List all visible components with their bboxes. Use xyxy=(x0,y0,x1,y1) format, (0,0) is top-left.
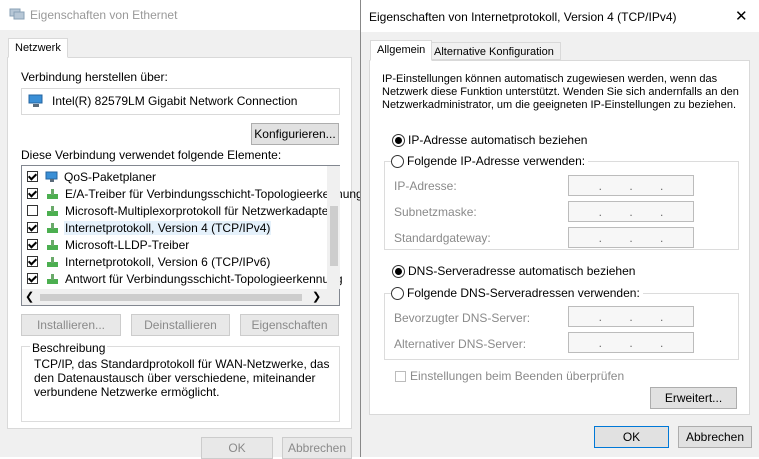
adapter-name: Intel(R) 82579LM Gigabit Network Connect… xyxy=(52,94,298,108)
item-checkbox[interactable] xyxy=(27,273,38,284)
vertical-scrollbar[interactable] xyxy=(327,166,340,289)
ethernet-properties-dialog: Eigenschaften von Ethernet Netzwerk Verb… xyxy=(0,0,363,459)
item-checkbox[interactable] xyxy=(27,239,38,250)
item-checkbox[interactable] xyxy=(27,188,38,199)
dns-auto-radio[interactable] xyxy=(392,264,405,278)
vertical-scroll-thumb[interactable] xyxy=(330,206,338,266)
ip-auto-radio[interactable] xyxy=(392,133,405,147)
ethernet-title-bar: Eigenschaften von Ethernet xyxy=(0,0,360,30)
dns-alternate-label: Alternativer DNS-Server: xyxy=(394,337,527,351)
configure-button[interactable]: Konfigurieren... xyxy=(251,123,339,145)
item-label: Microsoft-Multiplexorprotokoll für Netzw… xyxy=(65,203,333,218)
dns-manual-label: Folgende DNS-Serveradressen verwenden: xyxy=(407,286,640,300)
subnet-label: Subnetzmaske: xyxy=(394,205,477,219)
ethernet-cancel-button[interactable]: Abbrechen xyxy=(282,437,352,459)
dns-manual-radio[interactable] xyxy=(391,286,404,300)
install-button[interactable]: Installieren... xyxy=(21,314,121,336)
item-label: QoS-Paketplaner xyxy=(64,169,157,184)
protocol-icon xyxy=(45,188,60,200)
ethernet-dialog-title: Eigenschaften von Ethernet xyxy=(30,8,178,22)
network-icon xyxy=(9,8,25,20)
adapter-field: Intel(R) 82579LM Gigabit Network Connect… xyxy=(21,88,340,115)
scroll-left-icon[interactable]: ❮ xyxy=(25,290,34,303)
network-adapter-icon xyxy=(28,94,43,107)
tab-allgemein[interactable]: Allgemein xyxy=(370,40,433,61)
dns-preferred-label: Bevorzugter DNS-Server: xyxy=(394,311,531,325)
ip-auto-label: IP-Adresse automatisch beziehen xyxy=(408,133,588,147)
validate-label: Einstellungen beim Beenden überprüfen xyxy=(410,369,625,383)
list-item[interactable]: Microsoft-LLDP-Treiber xyxy=(27,236,190,253)
list-item[interactable]: E/A-Treiber für Verbindungsschicht-Topol… xyxy=(27,185,364,202)
description-text: TCP/IP, das Standardprotokoll für WAN-Ne… xyxy=(34,357,330,399)
validate-option[interactable]: Einstellungen beim Beenden überprüfen xyxy=(395,369,624,383)
ipv4-ok-button[interactable]: OK xyxy=(594,426,669,448)
close-icon[interactable]: ✕ xyxy=(735,7,748,25)
protocol-icon xyxy=(45,256,60,268)
advanced-button[interactable]: Erweitert... xyxy=(650,387,737,409)
scroll-right-icon[interactable]: ❯ xyxy=(312,290,321,303)
item-checkbox[interactable] xyxy=(27,256,38,267)
item-label: Internetprotokoll, Version 6 (TCP/IPv6) xyxy=(65,254,271,269)
item-checkbox[interactable] xyxy=(27,205,38,216)
horizontal-scroll-thumb[interactable] xyxy=(40,294,302,301)
ip-address-label: IP-Adresse: xyxy=(394,179,457,193)
protocol-icon xyxy=(45,239,60,251)
dns-auto-option[interactable]: DNS-Serveradresse automatisch beziehen xyxy=(392,264,635,278)
ip-manual-option[interactable]: Folgende IP-Adresse verwenden: xyxy=(391,154,589,168)
ipv4-dialog-title: Eigenschaften von Internetprotokoll, Ver… xyxy=(369,10,677,24)
intro-text: IP-Einstellungen können automatisch zuge… xyxy=(382,73,739,111)
ipv4-properties-dialog: Eigenschaften von Internetprotokoll, Ver… xyxy=(360,0,759,457)
ip-manual-radio[interactable] xyxy=(391,154,404,168)
list-item[interactable]: Internetprotokoll, Version 6 (TCP/IPv6) xyxy=(27,253,271,270)
properties-button[interactable]: Eigenschaften xyxy=(240,314,339,336)
gateway-label: Standardgateway: xyxy=(394,231,491,245)
ip-auto-option[interactable]: IP-Adresse automatisch beziehen xyxy=(392,133,587,147)
gateway-input[interactable]: ... xyxy=(568,227,694,248)
list-item[interactable]: Antwort für Verbindungsschicht-Topologie… xyxy=(27,270,344,287)
description-group: Beschreibung TCP/IP, das Standardprotoko… xyxy=(21,341,340,422)
connect-using-label: Verbindung herstellen über: xyxy=(21,70,168,84)
item-label: Microsoft-LLDP-Treiber xyxy=(65,237,190,252)
protocol-icon xyxy=(45,205,60,217)
list-item[interactable]: Microsoft-Multiplexorprotokoll für Netzw… xyxy=(27,202,333,219)
ipv4-cancel-button[interactable]: Abbrechen xyxy=(678,426,752,448)
item-label: Antwort für Verbindungsschicht-Topologie… xyxy=(65,271,343,286)
item-checkbox[interactable] xyxy=(27,222,38,233)
dns-manual-option[interactable]: Folgende DNS-Serveradressen verwenden: xyxy=(391,286,643,300)
ethernet-ok-button[interactable]: OK xyxy=(201,437,273,459)
item-label: Internetprotokoll, Version 4 (TCP/IPv4) xyxy=(64,220,272,235)
dns-preferred-input[interactable]: ... xyxy=(568,306,694,327)
protocol-icon xyxy=(45,273,60,285)
components-list[interactable]: QoS-Paketplaner E/A-Treiber für Verbindu… xyxy=(21,165,363,306)
subnet-input[interactable]: ... xyxy=(568,201,694,222)
validate-checkbox[interactable] xyxy=(395,370,406,382)
dns-alternate-input[interactable]: ... xyxy=(568,332,694,353)
uninstall-button[interactable]: Deinstallieren xyxy=(131,314,230,336)
ip-address-input[interactable]: ... xyxy=(568,175,694,196)
items-label: Diese Verbindung verwendet folgende Elem… xyxy=(21,148,282,162)
ipv4-title-bar: Eigenschaften von Internetprotokoll, Ver… xyxy=(361,0,759,32)
qos-icon xyxy=(45,171,58,182)
description-title: Beschreibung xyxy=(30,341,108,355)
item-label: E/A-Treiber für Verbindungsschicht-Topol… xyxy=(65,186,363,201)
list-item[interactable]: Internetprotokoll, Version 4 (TCP/IPv4) xyxy=(27,219,272,236)
horizontal-scrollbar[interactable]: ❮ ❯ xyxy=(22,289,339,305)
list-item[interactable]: QoS-Paketplaner xyxy=(27,168,157,185)
protocol-icon xyxy=(45,222,60,234)
tab-alternative-konfiguration[interactable]: Alternative Konfiguration xyxy=(427,42,561,60)
ip-manual-label: Folgende IP-Adresse verwenden: xyxy=(407,154,586,168)
dns-auto-label: DNS-Serveradresse automatisch beziehen xyxy=(408,264,636,278)
tab-netzwerk[interactable]: Netzwerk xyxy=(8,38,68,58)
item-checkbox[interactable] xyxy=(27,171,38,182)
